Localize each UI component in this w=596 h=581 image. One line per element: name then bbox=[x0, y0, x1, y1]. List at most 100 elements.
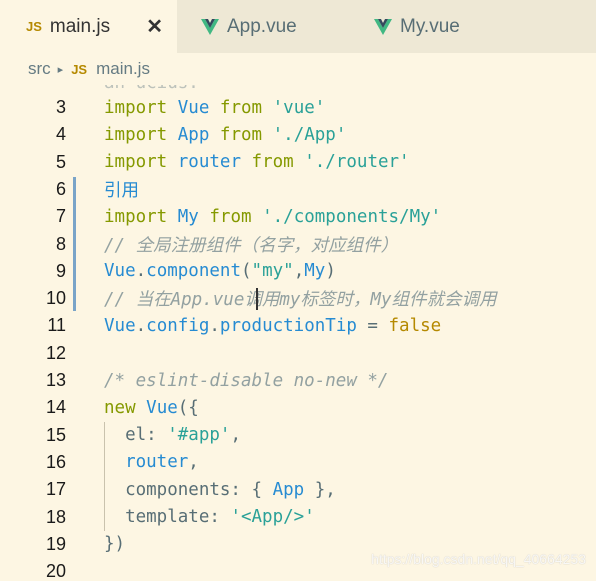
code-line[interactable]: 4 import App from './App' bbox=[0, 121, 596, 148]
code-token: el: bbox=[104, 425, 168, 446]
code-token: '#app' bbox=[167, 425, 231, 446]
code-token: // 全局注册组件（名字，对应组件） bbox=[104, 235, 399, 256]
code-token: 引用 bbox=[104, 180, 139, 201]
code-token: , bbox=[293, 261, 305, 282]
tab-bar: JS main.js ✕ App.vue My.vue bbox=[0, 0, 596, 53]
breadcrumb: src ▸ JS main.js bbox=[0, 53, 596, 85]
watermark: https://blog.csdn.net/qq_40664253 bbox=[371, 551, 586, 567]
chevron-right-icon: ▸ bbox=[57, 63, 64, 76]
breadcrumb-file[interactable]: main.js bbox=[96, 59, 150, 79]
code-text: // 当在App.vue调用my标签时，My组件就会调用 bbox=[104, 286, 497, 311]
code-line[interactable]: 12 bbox=[0, 340, 596, 367]
code-token: import bbox=[104, 206, 168, 227]
code-token: ( bbox=[240, 261, 252, 282]
line-number: 4 bbox=[55, 124, 66, 145]
line-number: 7 bbox=[55, 206, 66, 227]
code-token: import bbox=[104, 124, 168, 145]
code-token: "my" bbox=[251, 261, 294, 282]
code-token: , bbox=[230, 425, 241, 446]
code-text: /* eslint-disable no-new */ bbox=[104, 371, 388, 391]
code-line[interactable]: 7 import My from './components/My' bbox=[0, 203, 596, 230]
js-file-icon: JS bbox=[71, 61, 88, 77]
code-line[interactable]: 3 import Vue from 'vue' bbox=[0, 94, 596, 121]
code-token: productionTip bbox=[219, 315, 357, 336]
indent-guide bbox=[104, 421, 105, 531]
tab-label: main.js bbox=[49, 15, 111, 37]
close-icon[interactable]: ✕ bbox=[146, 14, 163, 39]
code-line[interactable]: 17 components: { App }, bbox=[0, 476, 596, 503]
tab-app-vue[interactable]: App.vue bbox=[177, 0, 349, 53]
code-token: . bbox=[209, 315, 220, 336]
code-text: components: { App }, bbox=[104, 480, 336, 500]
code-token: './App' bbox=[272, 124, 347, 145]
line-number: 10 bbox=[45, 288, 66, 309]
line-number: 18 bbox=[45, 506, 66, 527]
line-number: 8 bbox=[55, 233, 66, 254]
code-token: router bbox=[125, 452, 189, 473]
code-line[interactable]: 6 引用 bbox=[0, 176, 596, 203]
tab-my-vue[interactable]: My.vue bbox=[349, 0, 539, 53]
breadcrumb-folder[interactable]: src bbox=[28, 59, 51, 79]
code-token: 'vue' bbox=[272, 97, 326, 118]
code-token: component bbox=[146, 261, 241, 282]
code-token: /* eslint-disable no-new */ bbox=[104, 370, 389, 391]
code-text: }) bbox=[104, 534, 125, 554]
code-text: import router from './router' bbox=[104, 152, 410, 172]
tab-label: My.vue bbox=[400, 15, 460, 37]
code-line[interactable]: 18 template: '<App/>' bbox=[0, 504, 596, 531]
code-token: , bbox=[188, 452, 199, 473]
vue-icon bbox=[201, 18, 219, 35]
line-number: 13 bbox=[45, 370, 66, 390]
code-token: = bbox=[356, 315, 389, 336]
code-text: router, bbox=[104, 452, 199, 472]
line-number: 17 bbox=[45, 479, 66, 500]
code-token: '<App/>' bbox=[230, 507, 315, 527]
code-line[interactable]: 8 // 全局注册组件（名字，对应组件） bbox=[0, 231, 596, 258]
js-file-icon: JS bbox=[26, 19, 42, 34]
code-token: }, bbox=[304, 479, 336, 500]
code-token: ) bbox=[325, 261, 336, 282]
line-number: 16 bbox=[45, 451, 66, 472]
line-number: 6 bbox=[55, 178, 66, 199]
line-number: 20 bbox=[45, 561, 66, 581]
code-line[interactable]: 9 Vue.component("my",My) bbox=[0, 258, 596, 285]
code-token: './components/My' bbox=[262, 206, 442, 227]
code-token: App bbox=[177, 124, 210, 145]
code-line[interactable]: 14 new Vue({ bbox=[0, 394, 596, 421]
code-line[interactable]: 15 el: '#app', bbox=[0, 422, 596, 449]
editor-window: JS main.js ✕ App.vue My.vue src ▸ JS mai… bbox=[0, 0, 596, 581]
code-text: import App from './App' bbox=[104, 125, 346, 145]
code-text: import My from './components/My' bbox=[104, 207, 441, 227]
tab-label: App.vue bbox=[227, 15, 297, 37]
code-line[interactable]: 10 // 当在App.vue调用my标签时，My组件就会调用 bbox=[0, 285, 596, 312]
vue-icon bbox=[374, 18, 392, 35]
code-line[interactable]: 11 Vue.config.productionTip = false bbox=[0, 312, 596, 339]
line-number: 12 bbox=[45, 342, 66, 363]
code-token: config bbox=[146, 315, 210, 336]
code-token: My bbox=[304, 261, 326, 282]
line-number: 15 bbox=[45, 424, 66, 445]
partial-code-line: an ucius. bbox=[104, 85, 199, 93]
code-token: template: bbox=[104, 507, 231, 527]
code-token: from bbox=[219, 124, 263, 145]
code-text: // 全局注册组件（名字，对应组件） bbox=[104, 232, 398, 257]
code-token: false bbox=[388, 315, 442, 336]
code-token: . bbox=[135, 315, 147, 336]
code-line[interactable]: 13 /* eslint-disable no-new */ bbox=[0, 367, 596, 394]
line-number: 11 bbox=[47, 315, 66, 336]
code-line[interactable]: 5 import router from './router' bbox=[0, 149, 596, 176]
code-token: Vue bbox=[177, 97, 210, 118]
code-editor[interactable]: an ucius. 3 import Vue from 'vue' 4 import … bbox=[0, 85, 596, 581]
code-line[interactable]: 16 router, bbox=[0, 449, 596, 476]
tab-main-js[interactable]: JS main.js ✕ bbox=[0, 0, 177, 53]
